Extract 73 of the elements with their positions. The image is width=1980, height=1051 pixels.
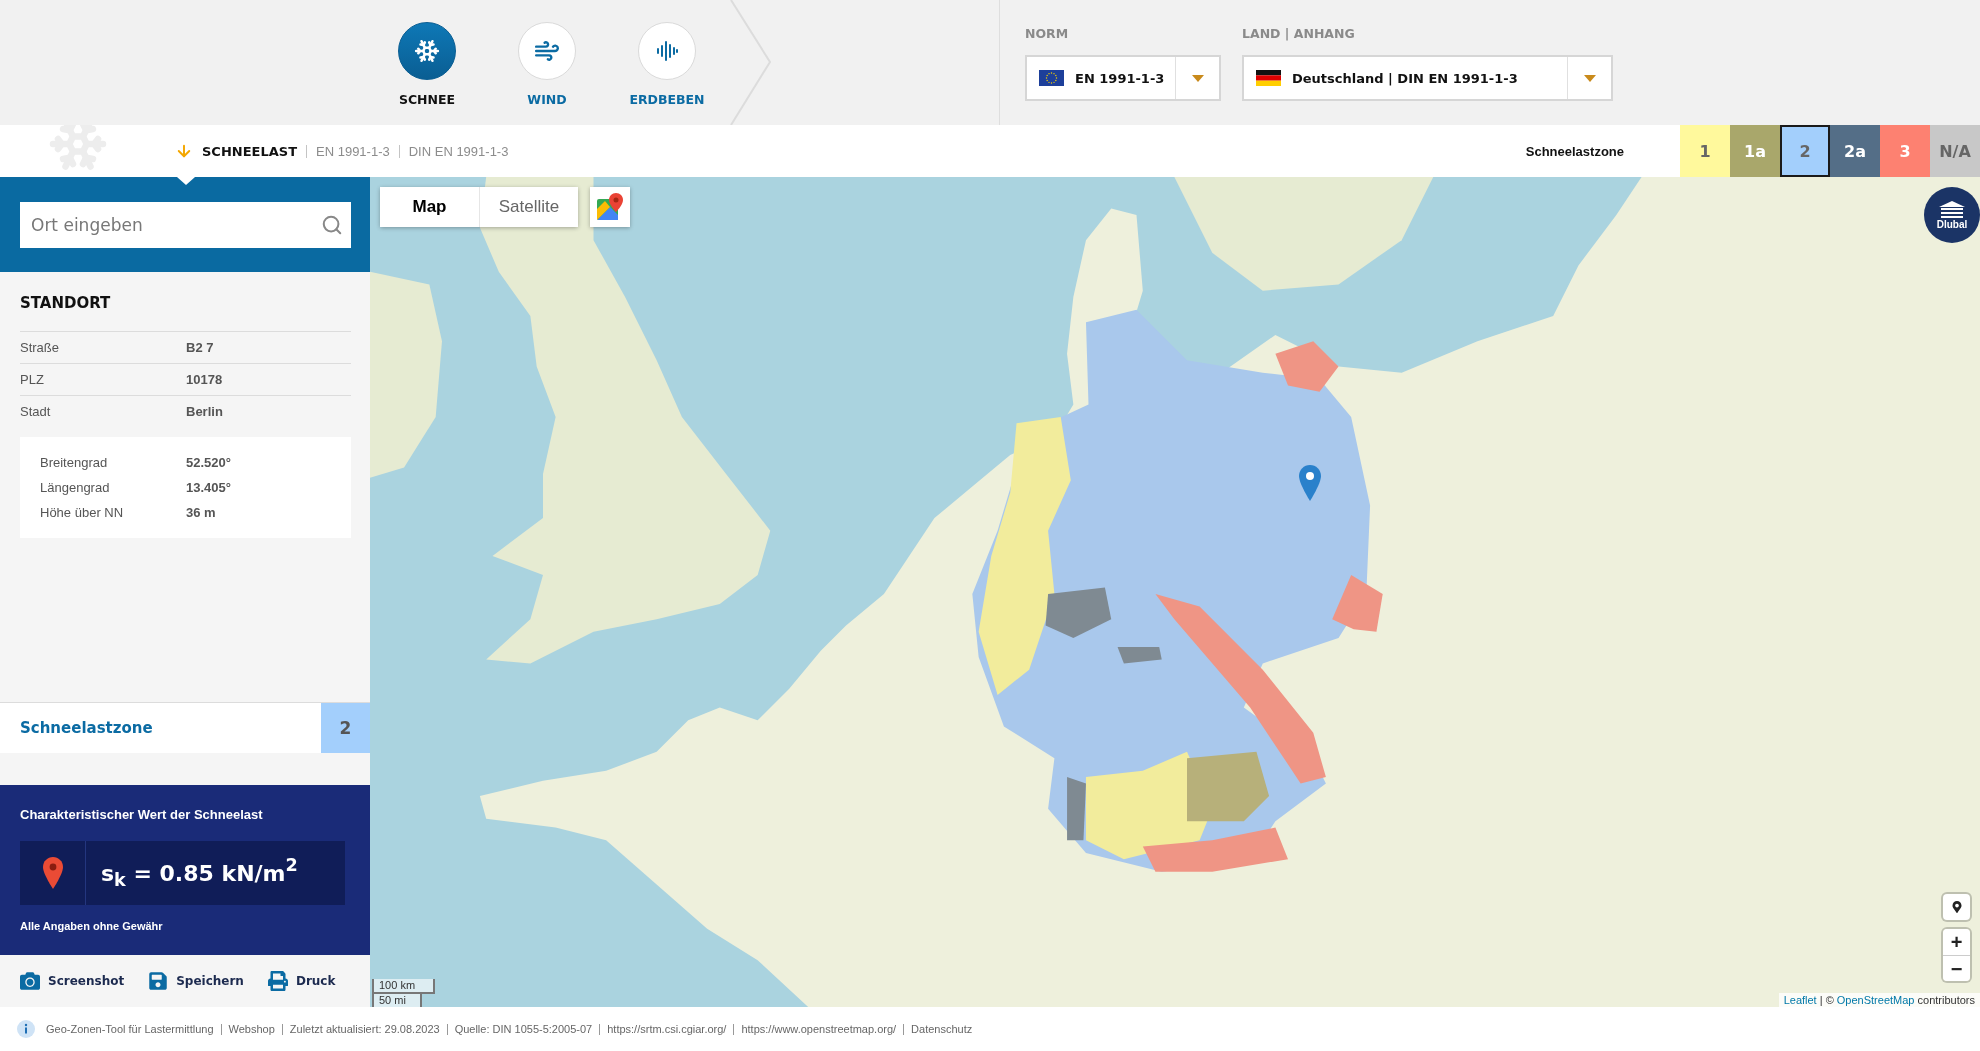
field-label: Längengrad <box>40 480 110 495</box>
footer-link[interactable]: Datenschutz <box>903 1023 980 1035</box>
eu-flag-icon <box>1039 70 1064 86</box>
footer-link[interactable]: https://www.openstreetmap.org/ <box>733 1023 904 1035</box>
breadcrumb-item: SCHNEELAST <box>202 144 298 158</box>
zoom-button[interactable]: + <box>1943 929 1970 955</box>
search-field[interactable]: Ort eingeben <box>20 202 351 248</box>
field-value: 13.405° <box>186 480 231 495</box>
load-type-tab[interactable]: SCHNEE <box>372 22 482 116</box>
breadcrumb-item: DIN EN 1991-1-3 <box>398 144 518 158</box>
field-label: LAND | ANHANG <box>1242 26 1355 42</box>
action-button[interactable]: Druck <box>267 971 336 991</box>
logo-text: Dlubal <box>1936 219 1968 230</box>
footer-link[interactable]: Quelle: DIN 1055-5:2005-07 <box>446 1023 600 1035</box>
footer-link[interactable]: Webshop <box>220 1023 282 1035</box>
zone-swatch: 2 <box>1780 125 1830 177</box>
action-button[interactable]: Speichern <box>148 971 244 991</box>
map-pin-icon <box>1950 901 1963 913</box>
attribution-link[interactable]: Leaflet <box>1783 994 1817 1006</box>
zone-swatch: N/A <box>1930 125 1980 177</box>
snow-load-value: s$_{k}$ = 0.85 kN/m$^{2}$ <box>101 860 298 886</box>
map-app-button[interactable] <box>590 187 630 227</box>
field-value: 36 m <box>186 505 216 520</box>
caret-icon <box>1191 74 1204 82</box>
printer-icon <box>267 971 288 991</box>
field-label: NORM <box>1025 26 1069 42</box>
field-value: Berlin <box>186 404 223 419</box>
attribution-link[interactable]: OpenStreetMap <box>1836 994 1915 1006</box>
camera-icon <box>20 971 40 991</box>
map-marker-icon <box>42 857 63 889</box>
arrow-down-icon <box>175 142 193 160</box>
field-label: PLZ <box>20 372 44 387</box>
zoom-button[interactable]: − <box>1943 955 1970 981</box>
folded-map-icon <box>596 193 624 221</box>
field-label: Stadt <box>20 404 51 419</box>
caret-icon <box>1583 74 1596 82</box>
snow-zone-area <box>1332 574 1383 632</box>
zone-value: 2 <box>321 703 370 753</box>
field-label: Straße <box>20 340 59 355</box>
map-attribution: Leaflet | © OpenStreetMap contributors <box>1778 993 1980 1007</box>
zone-label: Schneelastzone <box>20 719 153 737</box>
map-type-tab[interactable]: Satellite <box>479 187 578 227</box>
field-value: 10178 <box>186 372 223 387</box>
snow-zone-area <box>1275 341 1339 392</box>
load-type-tab[interactable]: WIND <box>492 22 602 116</box>
legend-label: Schneelastzone <box>1525 143 1624 159</box>
select-dropdown[interactable]: Deutschland | DIN EN 1991-1-3 <box>1242 55 1613 101</box>
action-button[interactable]: Screenshot <box>20 971 125 991</box>
select-dropdown[interactable]: EN 1991-1-3 <box>1025 55 1221 101</box>
locate-button[interactable] <box>1943 894 1970 920</box>
disclaimer-text: Alle Angaben ohne Gewähr <box>20 919 163 933</box>
field-value: 52.520° <box>186 455 231 470</box>
info-icon <box>17 1020 35 1038</box>
field-label: Breitengrad <box>40 455 108 470</box>
search-icon[interactable] <box>321 214 343 236</box>
location-pin-icon[interactable] <box>1299 465 1321 501</box>
section-title: STANDORT <box>20 294 112 312</box>
breadcrumb-item: EN 1991-1-3 <box>306 144 399 158</box>
zone-swatch: 3 <box>1880 125 1930 177</box>
zone-swatch: 2a <box>1830 125 1880 177</box>
zone-swatch: 1a <box>1730 125 1780 177</box>
map-type-tab[interactable]: Map <box>380 187 479 227</box>
building-icon <box>1937 200 1967 218</box>
result-title: Charakteristischer Wert der Schneelast <box>20 806 263 823</box>
zone-swatch: 1 <box>1680 125 1730 177</box>
footer-link[interactable]: https://srtm.csi.cgiar.org/ <box>599 1023 734 1035</box>
field-value: B2 7 <box>186 340 214 355</box>
field-label: Höhe über NN <box>40 505 124 520</box>
footer-link[interactable]: Zuletzt aktualisiert: 29.08.2023 <box>281 1023 447 1035</box>
german-flag-icon <box>1256 70 1281 86</box>
footer-link[interactable]: Geo-Zonen-Tool für Lastermittlung <box>46 1023 221 1035</box>
scale-bar: 100 km <box>372 979 435 994</box>
load-type-tab[interactable]: ERDBEBEN <box>612 22 722 116</box>
